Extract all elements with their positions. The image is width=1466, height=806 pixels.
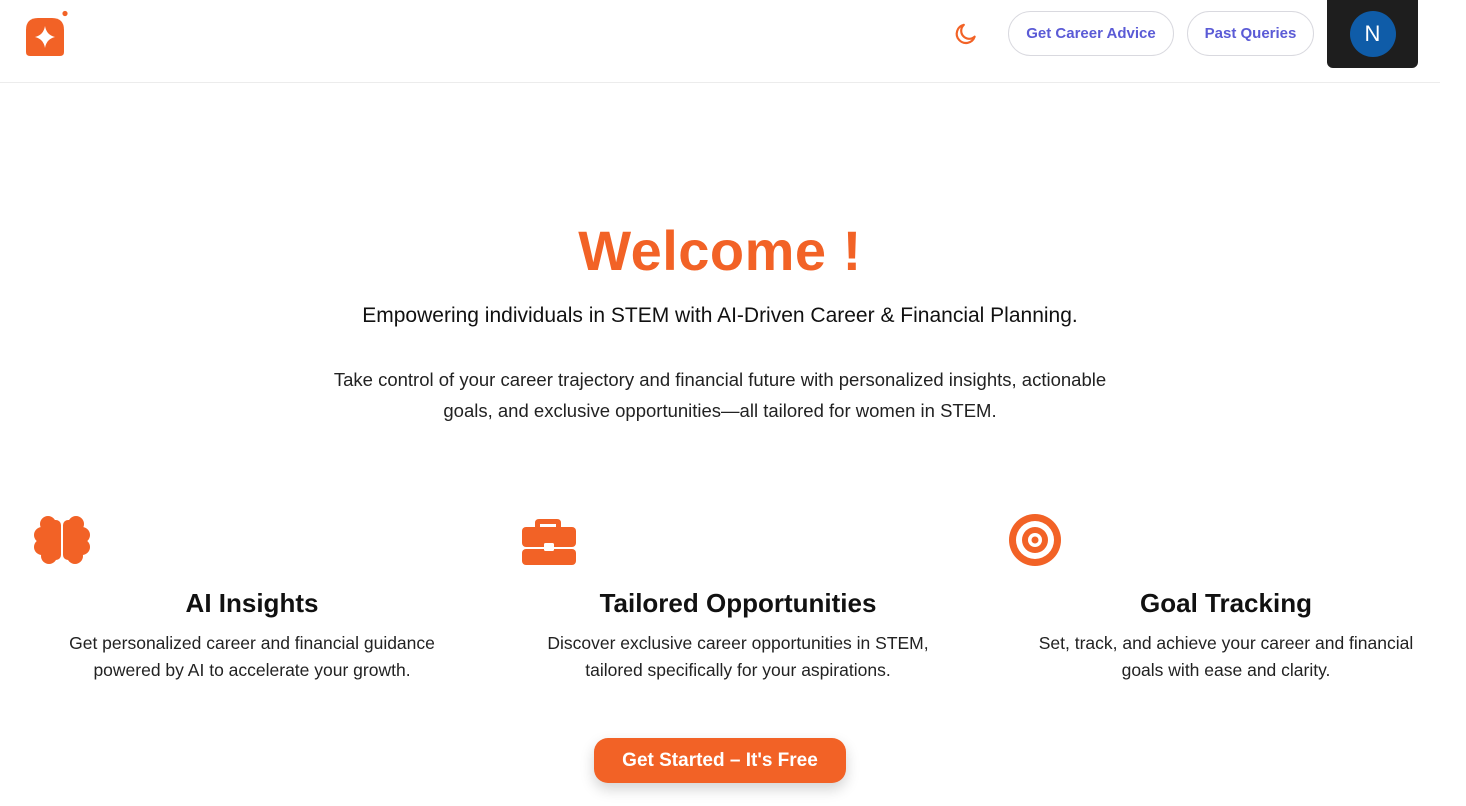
- past-queries-button[interactable]: Past Queries: [1187, 11, 1314, 56]
- get-started-button[interactable]: Get Started – It's Free: [594, 738, 846, 783]
- get-career-advice-button[interactable]: Get Career Advice: [1008, 11, 1174, 56]
- brain-icon: [32, 510, 92, 570]
- briefcase-icon: [518, 510, 578, 570]
- feature-title: Goal Tracking: [1140, 588, 1312, 618]
- feature-description: Set, track, and achieve your career and …: [1038, 633, 1414, 680]
- moon-icon[interactable]: [953, 21, 979, 47]
- feature-title: Tailored Opportunities: [599, 588, 877, 618]
- get-started-label: Get Started – It's Free: [622, 749, 818, 771]
- top-header: Get Career Advice Past Queries N: [0, 0, 1440, 83]
- hero-description: Take control of your career trajectory a…: [333, 369, 1107, 421]
- feature-title: AI Insights: [185, 588, 319, 618]
- sparkle-logo-icon[interactable]: [22, 10, 70, 58]
- feature-description: Get personalized career and financial gu…: [69, 633, 435, 680]
- avatar: N: [1349, 11, 1396, 57]
- user-menu-button[interactable]: N: [1327, 0, 1418, 68]
- get-career-advice-label: Get Career Advice: [1026, 25, 1156, 42]
- past-queries-label: Past Queries: [1204, 25, 1297, 42]
- target-icon: [1006, 510, 1066, 570]
- page-title: Welcome !: [578, 219, 862, 282]
- hero-subtitle: Empowering individuals in STEM with AI-D…: [362, 304, 1078, 327]
- feature-description: Discover exclusive career opportunities …: [547, 633, 929, 680]
- avatar-initial: N: [1364, 21, 1381, 46]
